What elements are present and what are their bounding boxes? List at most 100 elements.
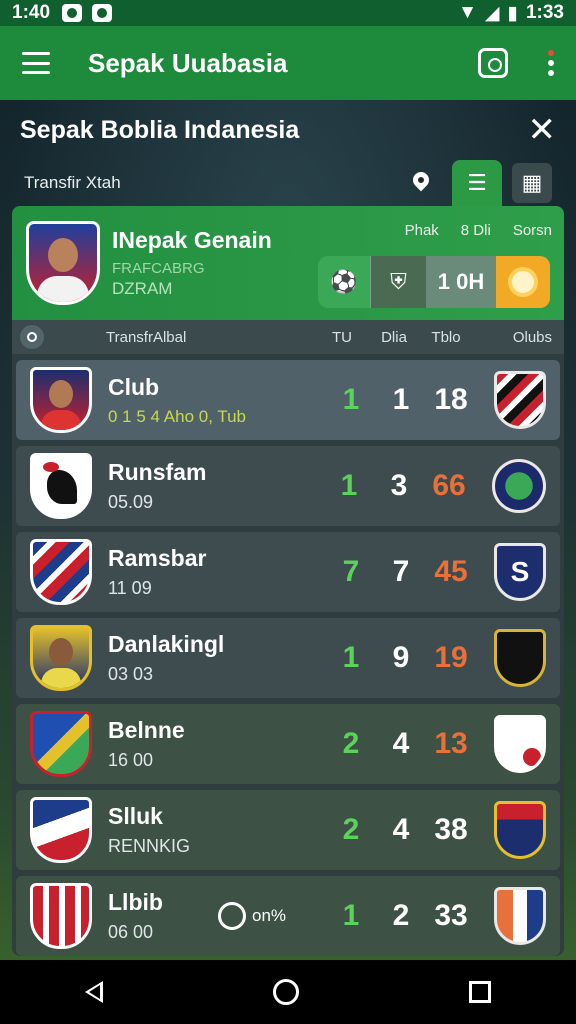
club-logo bbox=[494, 887, 546, 945]
club-list: Club 0 1 5 4 Aho 0, Tub 1 1 18 Runsfam 0… bbox=[12, 360, 564, 956]
list-item[interactable]: Club 0 1 5 4 Aho 0, Tub 1 1 18 bbox=[16, 360, 560, 440]
filter-label[interactable]: Transfir Xtah bbox=[24, 173, 121, 193]
featured-name: INepak Genain bbox=[112, 227, 272, 253]
featured-sub2: DZRAM bbox=[112, 279, 173, 298]
filter-row: Transfir Xtah ☰ ▦ bbox=[0, 160, 576, 206]
club-crest bbox=[30, 883, 92, 949]
tab-board[interactable]: ▦ bbox=[512, 163, 552, 203]
list-item[interactable]: Llbib 06 00 on% 1 2 33 bbox=[16, 876, 560, 956]
club-logo bbox=[494, 715, 546, 773]
value-b: 4 bbox=[392, 813, 410, 846]
featured-club-card[interactable]: INepak Genain FRAFCABRG DZRAM Phak 8 Dli… bbox=[12, 206, 564, 320]
back-icon[interactable] bbox=[85, 981, 103, 1003]
club-sub: 0 1 5 4 Aho 0, Tub bbox=[108, 406, 247, 426]
app-notification-icon bbox=[92, 4, 113, 22]
club-logo: S bbox=[494, 543, 546, 601]
recents-icon[interactable] bbox=[469, 981, 491, 1003]
shield-icon[interactable]: ⛨ bbox=[370, 256, 426, 308]
status-time: 1:40 bbox=[12, 2, 51, 23]
status-clock: 1:33 bbox=[525, 2, 564, 23]
club-crest bbox=[30, 453, 92, 519]
featured-col-2: 8 Dli bbox=[460, 222, 491, 239]
club-name: Club bbox=[108, 373, 160, 400]
value-c: 66 bbox=[432, 469, 466, 502]
status-bar: 1:40 ▼ ◢ ▮ 1:33 bbox=[0, 0, 576, 26]
club-crest bbox=[30, 711, 92, 777]
club-name: Ramsbar bbox=[108, 545, 207, 571]
value-a: 2 bbox=[342, 813, 360, 846]
sheet-header: Sepak Boblia Indanesia ✕ bbox=[0, 100, 576, 160]
value-c: 38 bbox=[434, 813, 468, 846]
club-sub: 03 03 bbox=[108, 664, 154, 684]
value-c: 19 bbox=[434, 641, 468, 674]
featured-col-1: Phak bbox=[404, 222, 439, 239]
standings-panel: INepak Genain FRAFCABRG DZRAM Phak 8 Dli… bbox=[12, 206, 564, 956]
ball-icon bbox=[218, 902, 246, 930]
club-name: Belnne bbox=[108, 717, 185, 743]
value-a: 7 bbox=[342, 555, 360, 588]
club-crest bbox=[30, 539, 92, 605]
club-sub: 16 00 bbox=[108, 750, 154, 770]
value-a: 1 bbox=[342, 899, 360, 932]
club-crest bbox=[30, 367, 92, 433]
home-icon[interactable] bbox=[273, 979, 299, 1005]
value-c: 45 bbox=[434, 555, 468, 588]
list-item[interactable]: Slluk RENNKIG 2 4 38 bbox=[16, 790, 560, 870]
featured-crest bbox=[26, 221, 100, 305]
sort-icon[interactable] bbox=[20, 325, 44, 349]
column-header: TransfrAlbal TU Dlia Tblo Olubs bbox=[12, 320, 564, 354]
value-a: 1 bbox=[342, 641, 360, 674]
value-b: 2 bbox=[392, 899, 410, 932]
header-club[interactable]: Olubs bbox=[513, 329, 552, 346]
club-logo bbox=[494, 629, 546, 687]
list-icon: ☰ bbox=[467, 170, 487, 195]
list-item[interactable]: Belnne 16 00 2 4 13 bbox=[16, 704, 560, 784]
list-item[interactable]: Ramsbar 11 09 7 7 45 S bbox=[16, 532, 560, 612]
value-a: 1 bbox=[342, 383, 360, 416]
wifi-icon: ▼ bbox=[458, 2, 477, 23]
header-c3[interactable]: Tblo bbox=[420, 329, 472, 346]
value-a: 2 bbox=[342, 727, 360, 760]
header-transfer[interactable]: TransfrAlbal bbox=[106, 329, 316, 346]
board-icon: ▦ bbox=[521, 170, 543, 195]
list-item[interactable]: Danlakingl 03 03 1 9 19 bbox=[16, 618, 560, 698]
sun-icon[interactable] bbox=[496, 256, 550, 308]
value-c: 18 bbox=[434, 383, 468, 416]
value-c: 13 bbox=[434, 727, 468, 760]
club-sub: RENNKIG bbox=[108, 836, 191, 856]
app-title: Sepak Uuabasia bbox=[88, 47, 288, 78]
value-b: 7 bbox=[392, 555, 410, 588]
featured-sub: FRAFCABRG bbox=[112, 260, 205, 277]
featured-col-3: Sorsn bbox=[512, 222, 552, 239]
value-a: 1 bbox=[340, 469, 358, 502]
club-logo bbox=[494, 371, 546, 429]
notification-icon bbox=[62, 4, 83, 22]
club-crest bbox=[30, 797, 92, 863]
value-b: 3 bbox=[390, 469, 408, 502]
row-extra-text: on% bbox=[252, 906, 287, 925]
club-sub: 05.09 bbox=[108, 492, 154, 512]
value-b: 9 bbox=[392, 641, 410, 674]
tab-list[interactable]: ☰ bbox=[452, 160, 502, 206]
menu-icon[interactable] bbox=[22, 52, 50, 74]
ball-icon[interactable]: ⚽ bbox=[318, 256, 370, 308]
camera-icon[interactable] bbox=[478, 48, 508, 78]
club-name: Llbib bbox=[108, 889, 163, 915]
battery-icon: ▮ bbox=[507, 2, 518, 24]
header-c2[interactable]: Dlia bbox=[368, 329, 420, 346]
value-c: 33 bbox=[434, 899, 468, 932]
club-crest bbox=[30, 625, 92, 691]
header-c1[interactable]: TU bbox=[316, 329, 368, 346]
sheet-title: Sepak Boblia Indanesia bbox=[20, 115, 300, 144]
featured-column-labels: Phak 8 Dli Sorsn bbox=[405, 222, 552, 239]
club-name: Danlakingl bbox=[108, 631, 225, 657]
club-logo bbox=[494, 801, 546, 859]
list-item[interactable]: Runsfam 05.09 1 3 66 bbox=[16, 446, 560, 526]
featured-stat-strip: ⚽ ⛨ 1 0H bbox=[318, 256, 550, 308]
value-b: 4 bbox=[392, 727, 410, 760]
value-b: 1 bbox=[392, 383, 410, 416]
close-icon[interactable]: ✕ bbox=[528, 113, 557, 147]
location-pin-icon[interactable] bbox=[412, 172, 430, 194]
more-options-icon[interactable] bbox=[548, 50, 554, 76]
system-nav-bar bbox=[0, 960, 576, 1024]
